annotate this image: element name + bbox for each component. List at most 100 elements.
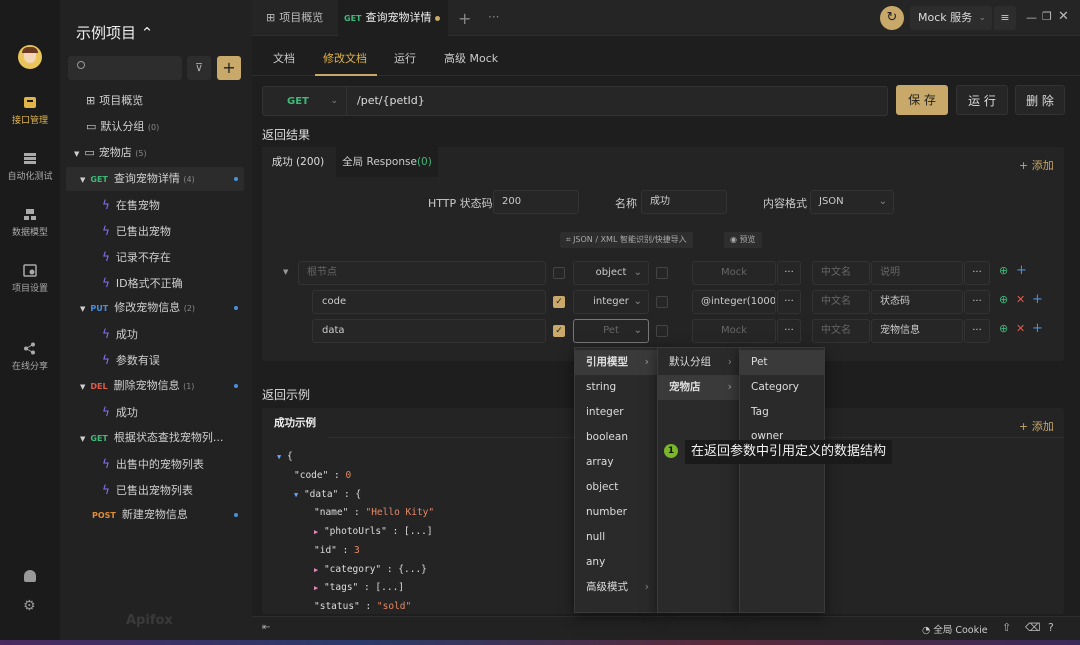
desc-input-data[interactable]: 宠物信息 [871, 319, 963, 343]
type-select-root[interactable]: object ⌄ [573, 261, 649, 285]
required-checkbox[interactable]: ✓ [553, 325, 565, 337]
bell-icon[interactable] [24, 570, 36, 582]
tab-success-example[interactable]: 成功示例 [262, 408, 328, 438]
menu-item-object[interactable]: object [575, 475, 618, 500]
tree-item-get-pet[interactable]: ▼ GET 查询宠物详情 (4) [66, 167, 244, 191]
filter-button[interactable]: ⊽ [187, 56, 211, 80]
tree-item-overview[interactable]: ⊞ 项目概览 [86, 89, 270, 113]
menu-item-category[interactable]: Category [740, 375, 799, 400]
field-name-data[interactable]: data [312, 319, 546, 343]
menu-item-integer[interactable]: integer [575, 400, 624, 425]
tab-overview[interactable]: ⊞ 项目概览 [258, 0, 331, 36]
method-select[interactable]: GET ⌄ [263, 87, 347, 115]
add-button[interactable]: + [217, 56, 241, 80]
path-input[interactable]: /pet/{petId} [357, 94, 425, 107]
add-response-button[interactable]: + 添加 [1019, 157, 1054, 173]
tree-item-default-group[interactable]: ▭ 默认分组 (0) [86, 115, 270, 139]
add-child-icon[interactable]: ⊕ [999, 264, 1008, 277]
nullable-checkbox[interactable] [656, 296, 668, 308]
desc-more-button[interactable]: ··· [964, 319, 990, 343]
menu-item-petstore[interactable]: 宠物店 › [658, 375, 740, 400]
required-checkbox[interactable] [553, 267, 565, 279]
search-input[interactable] [68, 56, 182, 80]
window-maximize[interactable]: ❐ [1042, 10, 1052, 23]
remove-field-icon[interactable]: ✕ [1016, 293, 1025, 306]
save-button[interactable]: 保 存 [896, 85, 948, 115]
mock-more-button[interactable]: ··· [777, 261, 801, 285]
window-minimize[interactable]: — [1026, 11, 1037, 24]
preview-button[interactable]: ◉ 预览 [724, 232, 762, 248]
desc-input-root[interactable]: 说明 [871, 261, 963, 285]
nullable-checkbox[interactable] [656, 267, 668, 279]
subtab-doc[interactable]: 文档 [273, 50, 295, 66]
mock-sync-icon[interactable]: ↻ [880, 6, 904, 30]
mock-more-button[interactable]: ··· [777, 319, 801, 343]
menu-item-pet[interactable]: Pet [740, 350, 824, 375]
menu-item-any[interactable]: any [575, 550, 605, 575]
add-child-icon[interactable]: ⊕ [999, 322, 1008, 335]
desc-more-button[interactable]: ··· [964, 290, 990, 314]
rail-item-settings[interactable]: 项目设置 [0, 264, 60, 294]
cn-name-input-code[interactable]: 中文名 [812, 290, 870, 314]
gear-icon[interactable]: ⚙ [23, 599, 36, 613]
field-name-code[interactable]: code [312, 290, 546, 314]
cn-name-input-root[interactable]: 中文名 [812, 261, 870, 285]
name-input[interactable]: 成功 [641, 190, 727, 214]
mock-input-root[interactable]: Mock [692, 261, 776, 285]
add-sibling-icon[interactable]: + [1016, 263, 1027, 278]
trash-icon[interactable]: ⌫ [1025, 621, 1041, 634]
rail-item-automation[interactable]: 自动化测试 [0, 152, 60, 182]
desc-more-button[interactable]: ··· [964, 261, 990, 285]
add-sibling-icon[interactable]: + [1032, 321, 1043, 336]
field-name-root[interactable]: 根节点 [298, 261, 546, 285]
menu-item-tag[interactable]: Tag [740, 400, 769, 425]
format-select[interactable]: JSON ⌄ [810, 190, 894, 214]
avatar[interactable] [18, 45, 42, 69]
add-sibling-icon[interactable]: + [1032, 292, 1043, 307]
tab-global-response[interactable]: 全局 Response(0) [336, 147, 438, 177]
add-example-button[interactable]: + 添加 [1019, 418, 1054, 434]
tree-item-post-pet[interactable]: POST 新建宠物信息 [92, 503, 244, 527]
mock-input-code[interactable]: @integer(1000 [692, 290, 776, 314]
status-input[interactable]: 200 [493, 190, 579, 214]
nullable-checkbox[interactable] [656, 325, 668, 337]
menu-item-ref-model[interactable]: 引用模型 › [575, 350, 657, 375]
project-title[interactable]: 示例项目 ⌃ [76, 22, 153, 43]
subtab-adv-mock[interactable]: 高级 Mock [444, 50, 498, 66]
menu-item-owner[interactable]: owner [740, 425, 783, 441]
menu-item-string[interactable]: string [575, 375, 616, 400]
rail-item-api[interactable]: 接口管理 [0, 96, 60, 126]
remove-field-icon[interactable]: ✕ [1016, 322, 1025, 335]
tree-item-del-pet[interactable]: ▼ DEL 删除宠物信息 (1) [80, 374, 244, 398]
rail-item-share[interactable]: 在线分享 [0, 342, 60, 372]
collapse-toggle-icon[interactable]: ▼ [283, 268, 288, 276]
more-tabs-icon[interactable]: ··· [488, 10, 499, 24]
mock-input-data[interactable]: Mock [692, 319, 776, 343]
tree-item-find-by-status[interactable]: ▼ GET 根据状态查找宠物列... [80, 426, 244, 450]
smart-import-button[interactable]: ⌗ JSON / XML 智能识别/快捷导入 [560, 232, 693, 248]
upload-icon[interactable]: ⇧ [1002, 621, 1011, 634]
type-select-data[interactable]: Pet ⌄ [573, 319, 649, 343]
menu-icon[interactable]: ≡ [994, 6, 1016, 30]
menu-item-array[interactable]: array [575, 450, 614, 475]
subtab-run[interactable]: 运行 [394, 50, 416, 66]
menu-item-null[interactable]: null [575, 525, 605, 550]
add-child-icon[interactable]: ⊕ [999, 293, 1008, 306]
type-select-code[interactable]: integer ⌄ [573, 290, 649, 314]
tab-active-endpoint[interactable]: GET 查询宠物详情 [338, 0, 448, 36]
delete-button[interactable]: 删 除 [1015, 85, 1065, 115]
required-checkbox[interactable]: ✓ [553, 296, 565, 308]
cn-name-input-data[interactable]: 中文名 [812, 319, 870, 343]
tree-item-petstore[interactable]: ▼ ▭ 宠物店 (5) [74, 141, 258, 165]
menu-item-advanced[interactable]: 高级模式 › [575, 575, 657, 600]
menu-item-number[interactable]: number [575, 500, 627, 525]
layout-toggle-icon[interactable]: ⇤ [262, 622, 270, 633]
window-close[interactable]: ✕ [1058, 9, 1069, 24]
mock-more-button[interactable]: ··· [777, 290, 801, 314]
desc-input-code[interactable]: 状态码 [871, 290, 963, 314]
cookie-button[interactable]: ◔ 全局 Cookie [922, 622, 988, 636]
run-button[interactable]: 运 行 [956, 85, 1008, 115]
tab-success-200[interactable]: 成功 (200) [262, 147, 334, 177]
menu-item-boolean[interactable]: boolean [575, 425, 628, 450]
mock-service-select[interactable]: Mock 服务 ⌄ [910, 6, 992, 30]
